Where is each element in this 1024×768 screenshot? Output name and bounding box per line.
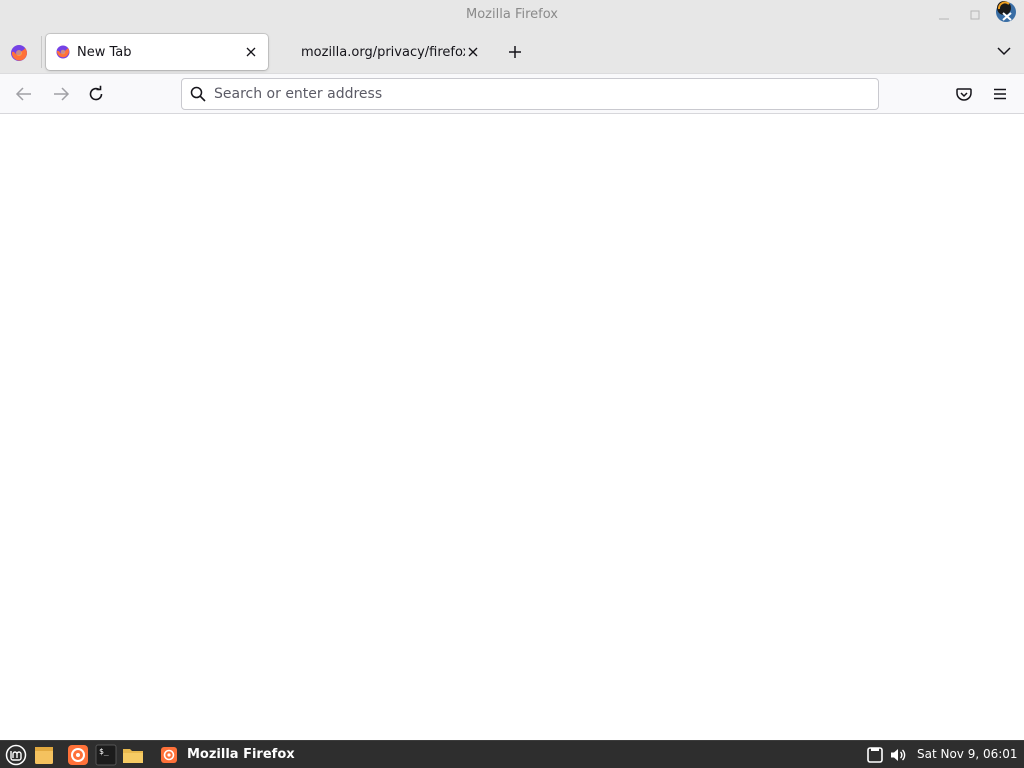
close-icon <box>468 47 478 57</box>
linux-mint-icon <box>5 744 27 766</box>
network-tray-button[interactable] <box>866 746 884 764</box>
svg-text:$_: $_ <box>99 747 109 756</box>
tab-new-tab[interactable]: New Tab <box>46 34 268 70</box>
hamburger-menu-icon <box>994 88 1006 100</box>
firefox-icon <box>68 745 88 765</box>
search-icon <box>190 86 206 102</box>
firefox-icon <box>160 746 178 764</box>
close-window-button[interactable] <box>994 0 1018 24</box>
terminal-launcher[interactable]: $_ <box>95 744 117 766</box>
files-launcher[interactable] <box>122 744 144 766</box>
taskbar-window-label: Mozilla Firefox <box>187 747 295 762</box>
close-icon <box>246 47 256 57</box>
tab-strip: New Tab mozilla.org/privacy/firefox/ <box>0 30 1024 73</box>
page-content[interactable] <box>0 114 1024 740</box>
back-button[interactable] <box>15 85 33 103</box>
folder-icon <box>35 747 53 764</box>
firefox-icon <box>55 44 71 60</box>
address-bar[interactable] <box>181 78 879 110</box>
arrow-left-icon <box>15 87 31 101</box>
tab-strip-separator <box>41 36 42 68</box>
firefox-icon <box>11 45 27 61</box>
speaker-icon <box>891 749 906 761</box>
save-to-pocket-button[interactable] <box>955 85 973 103</box>
close-icon <box>996 1 1016 22</box>
navigation-toolbar <box>0 73 1024 114</box>
clock[interactable]: Sat Nov 9, 06:01 <box>917 747 1018 761</box>
terminal-icon: $_ <box>95 744 117 766</box>
network-icon <box>867 747 883 763</box>
tab-label: New Tab <box>77 44 132 60</box>
taskbar-window-firefox[interactable]: Mozilla Firefox <box>156 741 295 768</box>
forward-button[interactable] <box>52 85 70 103</box>
new-tab-button[interactable] <box>505 42 525 62</box>
url-input[interactable] <box>214 79 864 109</box>
taskbar: $_ Mozilla Firefox Sat Nov 9, 06:01 <box>0 740 1024 768</box>
pocket-icon <box>956 88 972 101</box>
folder-icon <box>123 749 143 763</box>
plus-icon <box>509 46 521 58</box>
show-desktop-button[interactable] <box>33 744 55 766</box>
minimize-button[interactable] <box>937 8 951 22</box>
firefox-launcher[interactable] <box>67 744 89 766</box>
window-titlebar[interactable]: Mozilla Firefox <box>0 0 1024 30</box>
reload-button[interactable] <box>87 85 105 103</box>
tab-label: mozilla.org/privacy/firefox/ <box>301 44 465 60</box>
arrow-right-icon <box>54 87 70 101</box>
chevron-down-icon <box>997 47 1011 56</box>
list-all-tabs-button[interactable] <box>995 42 1013 60</box>
volume-tray-button[interactable] <box>889 746 907 764</box>
maximize-button[interactable] <box>968 8 982 22</box>
close-tab-button[interactable] <box>465 44 481 60</box>
reload-icon <box>89 85 103 101</box>
application-menu-button[interactable] <box>991 85 1009 103</box>
firefox-view-button[interactable] <box>9 43 29 63</box>
tab-mozilla-privacy[interactable]: mozilla.org/privacy/firefox/ <box>290 34 490 70</box>
close-tab-button[interactable] <box>243 44 259 60</box>
window-title: Mozilla Firefox <box>466 7 558 22</box>
start-menu-button[interactable] <box>5 744 27 766</box>
